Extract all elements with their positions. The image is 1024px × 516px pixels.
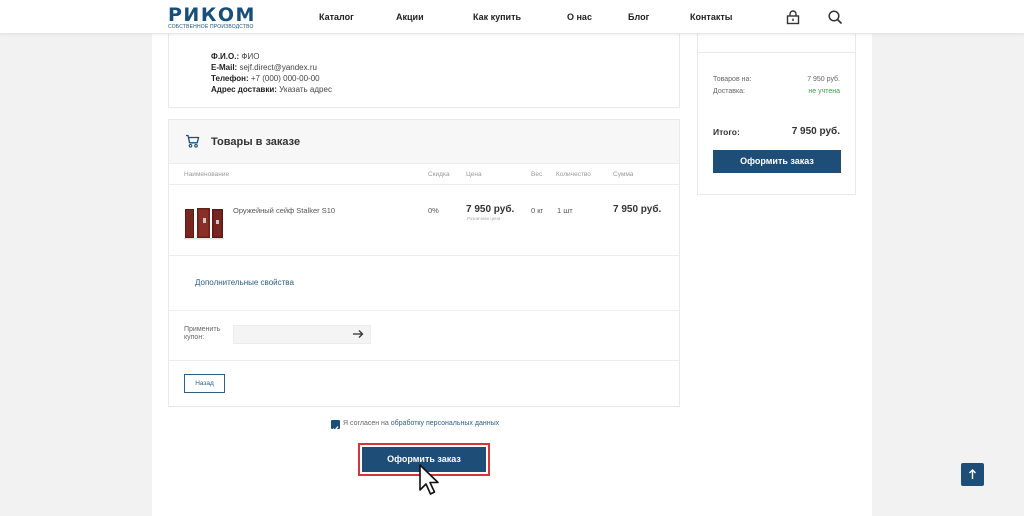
product-image[interactable]	[184, 206, 224, 240]
col-weight: Вес	[531, 171, 543, 178]
delivery-value: не учтена	[808, 88, 840, 95]
contact-address: Адрес доставки: Указать адрес	[211, 85, 332, 94]
scroll-top-button[interactable]	[961, 463, 984, 486]
col-discount: Скидка	[428, 171, 450, 178]
product-name[interactable]: Оружейный сейф Stalker S10	[233, 206, 335, 215]
additional-properties-link[interactable]: Дополнительные свойства	[195, 278, 294, 287]
back-button[interactable]: Назад	[184, 374, 225, 393]
divider	[169, 310, 679, 311]
lock-icon[interactable]	[785, 9, 801, 25]
divider	[698, 52, 855, 53]
nav-promotions[interactable]: Акции	[396, 12, 424, 22]
phone-label: Телефон:	[211, 74, 249, 83]
email-value: sejf.direct@yandex.ru	[239, 63, 317, 72]
product-sum: 7 950 руб.	[613, 204, 662, 215]
personal-data-link[interactable]: обработку персональных данных	[391, 420, 499, 427]
order-header: Товары в заказе	[169, 120, 679, 164]
arrow-right-icon[interactable]	[351, 327, 365, 341]
address-label: Адрес доставки:	[211, 85, 277, 94]
fio-value: ФИО	[241, 52, 260, 61]
arrow-up-icon	[969, 469, 976, 479]
contact-info-panel: Ф.И.О.: ФИО E-Mail: sejf.direct@yandex.r…	[168, 34, 680, 108]
product-qty: 1 шт	[557, 206, 573, 215]
product-price: 7 950 руб.	[466, 204, 515, 215]
logo-subtitle: Собственное производство	[168, 24, 254, 30]
site-header: РИКОМ Собственное производство Каталог А…	[0, 0, 1024, 34]
check-icon	[332, 426, 339, 432]
consent-text: Я согласен на	[343, 420, 389, 427]
order-title: Товары в заказе	[211, 136, 301, 148]
col-name: Наименование	[184, 171, 230, 178]
nav-catalog[interactable]: Каталог	[319, 12, 354, 22]
divider	[169, 255, 679, 256]
cart-icon	[186, 134, 200, 148]
col-price: Цена	[466, 171, 482, 178]
fio-label: Ф.И.О.:	[211, 52, 240, 61]
goods-label: Товаров на:	[713, 76, 752, 83]
coupon-label: Применить купон:	[184, 326, 221, 341]
col-sum: Сумма	[613, 171, 634, 178]
divider	[169, 360, 679, 361]
nav-contacts[interactable]: Контакты	[690, 12, 732, 22]
contact-fio: Ф.И.О.: ФИО	[211, 52, 259, 61]
goods-value: 7 950 руб.	[807, 76, 840, 83]
nav-about[interactable]: О нас	[567, 12, 592, 22]
email-label: E-Mail:	[211, 63, 238, 72]
delivery-label: Доставка:	[713, 88, 746, 95]
divider	[169, 184, 679, 185]
total-value: 7 950 руб.	[791, 126, 840, 137]
contact-phone: Телефон: +7 (000) 000-00-00	[211, 74, 320, 83]
product-discount: 0%	[428, 206, 439, 215]
address-value: Указать адрес	[279, 85, 332, 94]
logo[interactable]: РИКОМ Собственное производство	[168, 5, 256, 30]
contact-email: E-Mail: sejf.direct@yandex.ru	[211, 63, 317, 72]
order-items-panel: Товары в заказе Наименование Скидка Цена…	[168, 119, 680, 407]
product-weight: 0 кг	[531, 206, 544, 215]
mouse-pointer-icon	[419, 464, 439, 495]
col-qty: Количество	[556, 171, 591, 178]
phone-value: +7 (000) 000-00-00	[250, 74, 320, 83]
nav-blog[interactable]: Блог	[628, 12, 649, 22]
search-icon[interactable]	[827, 9, 843, 25]
consent-checkbox[interactable]	[331, 420, 340, 432]
consent-label: Я согласен на обработку персональных дан…	[343, 420, 499, 427]
logo-text: РИКОМ	[168, 4, 256, 26]
nav-how-to-buy[interactable]: Как купить	[473, 12, 521, 22]
total-label: Итого:	[713, 127, 740, 137]
sidebar-place-order-button[interactable]: Оформить заказ	[713, 150, 841, 173]
price-note: Розничная цена	[467, 216, 501, 221]
order-summary-panel: Товаров на: 7 950 руб. Доставка: не учте…	[697, 34, 856, 195]
